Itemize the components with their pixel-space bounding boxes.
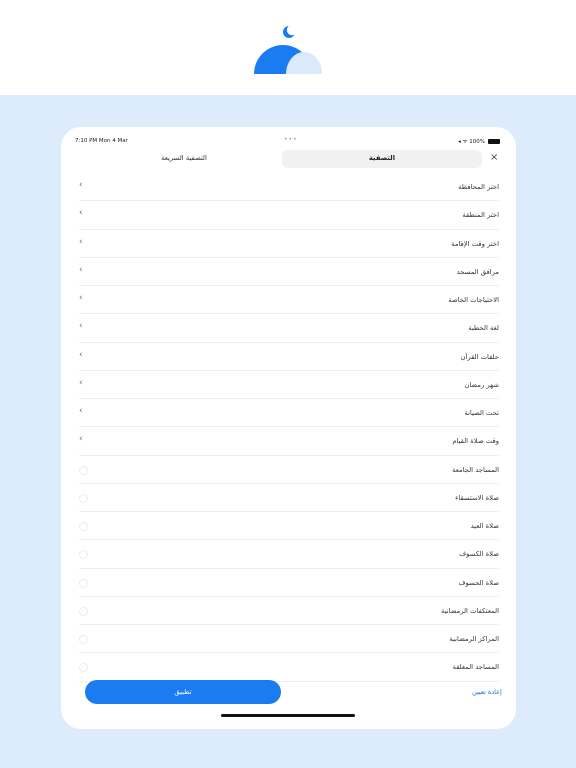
filter-row-label: المساجد المغلقة	[452, 663, 499, 672]
filter-panel: 7:10 PM Mon 4 Mar ••• ◂ ᯤ 100% التصفية ا…	[61, 127, 516, 729]
filter-row[interactable]: المساجد الجامعة	[79, 456, 499, 484]
reset-link[interactable]: إعادة تعيين	[472, 688, 502, 696]
status-bar: 7:10 PM Mon 4 Mar ••• ◂ ᯤ 100%	[61, 127, 516, 145]
filter-row-label: صلاة الاستسقاء	[455, 493, 499, 502]
close-icon[interactable]: ×	[490, 152, 498, 163]
filter-row-label: لغة الخطبة	[468, 324, 499, 333]
filter-row-label: اختر وقت الإقامة	[451, 239, 499, 248]
filter-row[interactable]: المساجد المغلقة	[79, 653, 499, 682]
filter-row[interactable]: اختر وقت الإقامة ‹	[79, 230, 499, 258]
filter-row-label: شهر رمضان	[464, 380, 499, 389]
mosque-logo-icon	[254, 24, 322, 74]
radio-button[interactable]	[79, 578, 88, 588]
status-indicators: ◂ ᯤ 100%	[457, 139, 485, 145]
chevron-left-icon: ‹	[79, 180, 83, 190]
status-right: ◂ ᯤ 100%	[458, 137, 500, 145]
filter-row-label: حلقات القرآن	[460, 352, 499, 361]
filter-list: اختر المحافظة ‹ اختر المنطقة ‹ اختر وقت الإق…	[79, 173, 499, 682]
filter-row-label: تحت الصيانة	[464, 409, 499, 417]
filter-row-label: اختر المنطقة	[462, 211, 499, 220]
tab-filter-label: التصفية	[368, 154, 396, 162]
multitask-dots-icon: •••	[284, 136, 298, 143]
filter-row[interactable]: صلاة العيد	[79, 512, 499, 541]
chevron-left-icon: ‹	[79, 236, 83, 247]
chevron-left-icon: ‹	[79, 264, 83, 275]
header-area	[0, 0, 576, 95]
chevron-left-icon: ‹	[79, 406, 83, 416]
radio-button[interactable]	[79, 606, 88, 616]
apply-button[interactable]: تطبيق	[85, 680, 281, 704]
filter-row[interactable]: الاحتياجات الخاصة ‹	[79, 286, 499, 315]
chevron-left-icon: ‹	[79, 293, 83, 303]
chevron-left-icon: ‹	[79, 377, 83, 388]
filter-row[interactable]: مرافق المسجد ‹	[79, 258, 499, 286]
filter-row[interactable]: شهر رمضان ‹	[79, 371, 499, 399]
filter-row[interactable]: صلاة الكسوف	[79, 540, 499, 569]
filter-row-label: المساجد الجامعة	[452, 465, 499, 474]
filter-row[interactable]: اختر المنطقة ‹	[79, 201, 499, 230]
filter-row[interactable]: اختر المحافظة ‹	[79, 173, 499, 202]
filter-row[interactable]: تحت الصيانة ‹	[79, 399, 499, 428]
tab-quick-filter[interactable]: التصفية السريعة	[89, 154, 279, 162]
filter-row[interactable]: المراكز الرمضانية	[79, 625, 499, 654]
filter-row[interactable]: صلاة الخسوف	[79, 569, 499, 597]
filter-row[interactable]: وقت صلاة القيام ‹	[79, 427, 499, 456]
filter-row-label: صلاة الكسوف	[459, 550, 499, 559]
filter-row-label: صلاة العيد	[470, 522, 499, 530]
radio-button[interactable]	[79, 465, 88, 475]
radio-button[interactable]	[79, 663, 88, 673]
radio-button[interactable]	[79, 522, 88, 531]
status-time: 7:10 PM Mon 4 Mar	[75, 138, 128, 144]
filter-row-label: اختر المحافظة	[458, 183, 499, 191]
filter-row-label: المعتكفات الرمضانية	[441, 606, 499, 615]
radio-button[interactable]	[79, 493, 88, 503]
chevron-left-icon: ‹	[79, 434, 83, 445]
chevron-left-icon: ‹	[79, 208, 83, 219]
chevron-left-icon: ‹	[79, 349, 83, 360]
home-indicator	[221, 714, 355, 717]
filter-row-label: المراكز الرمضانية	[449, 635, 499, 643]
filter-row-label: الاحتياجات الخاصة	[448, 296, 499, 304]
battery-icon	[488, 138, 500, 144]
filter-row[interactable]: المعتكفات الرمضانية	[79, 597, 499, 625]
filter-row[interactable]: صلاة الاستسقاء	[79, 484, 499, 512]
radio-button[interactable]	[79, 550, 88, 560]
filter-row-label: وقت صلاة القيام	[452, 437, 499, 446]
chevron-left-icon: ‹	[79, 321, 83, 332]
radio-button[interactable]	[79, 635, 88, 644]
filter-row-label: مرافق المسجد	[456, 267, 499, 276]
filter-row[interactable]: حلقات القرآن ‹	[79, 343, 499, 371]
filter-row[interactable]: لغة الخطبة ‹	[79, 314, 499, 343]
filter-row-label: صلاة الخسوف	[458, 578, 499, 587]
